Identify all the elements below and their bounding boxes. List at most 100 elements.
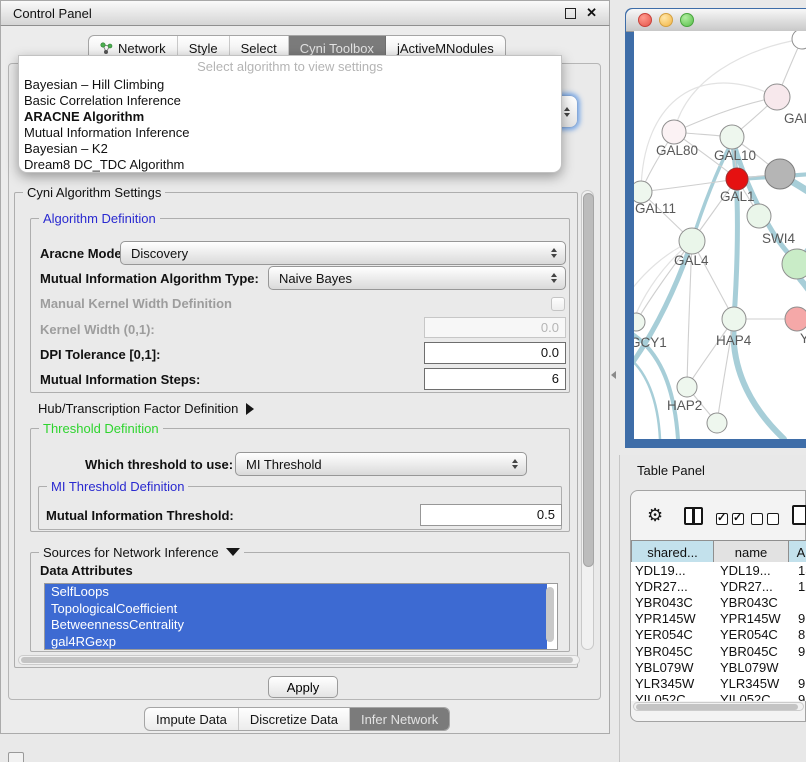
- table-row[interactable]: YBR043CYBR043C: [631, 594, 806, 610]
- table-hscrollbar-thumb[interactable]: [636, 704, 798, 710]
- table-cell: YDR27...: [631, 579, 716, 594]
- hub-definition-expander[interactable]: Hub/Transcription Factor Definition: [38, 401, 254, 416]
- tab-impute-data[interactable]: Impute Data: [145, 708, 239, 730]
- close-icon[interactable]: ✕: [586, 5, 597, 21]
- apply-button[interactable]: Apply: [268, 676, 338, 698]
- network-node-gal11[interactable]: [634, 181, 652, 203]
- algorithm-option[interactable]: Dream8 DC_TDC Algorithm: [19, 157, 561, 173]
- kernel-width-field[interactable]: 0.0: [424, 317, 566, 338]
- algorithm-option[interactable]: ARACNE Algorithm: [19, 109, 561, 125]
- control-panel-titlebar: Control Panel ✕: [0, 0, 610, 26]
- tab-infer-network[interactable]: Infer Network: [350, 708, 449, 730]
- aracne-mode-combobox[interactable]: Discovery: [120, 241, 566, 265]
- network-node-gal[interactable]: [764, 84, 790, 110]
- network-node-hap4[interactable]: [722, 307, 746, 331]
- mi-steps-field[interactable]: 6: [424, 368, 566, 390]
- table-cell: 12: [794, 579, 806, 594]
- tab-discretize-data[interactable]: Discretize Data: [239, 708, 350, 730]
- network-node[interactable]: [765, 159, 795, 189]
- network-graph[interactable]: GALGAL80GAL10GAL1GAL11GAL4SWI4GCY1HAP4YH…: [634, 31, 806, 439]
- deselect-all-columns-icon[interactable]: [751, 513, 783, 528]
- settings-hscrollbar-thumb[interactable]: [21, 657, 573, 663]
- settings-vscrollbar[interactable]: [581, 190, 594, 650]
- tab-label: jActiveMNodules: [397, 41, 494, 56]
- kernel-width-label: Kernel Width (0,1):: [40, 322, 155, 337]
- algorithm-dropdown-popup: Select algorithm to view settings Bayesi…: [18, 55, 562, 173]
- node-label-hap2: HAP2: [667, 398, 702, 413]
- table-row[interactable]: YDR27...YDR27...12: [631, 578, 806, 594]
- attribute-item[interactable]: TopologicalCoefficient: [45, 601, 547, 618]
- which-threshold-combobox[interactable]: MI Threshold: [235, 452, 527, 476]
- table-row[interactable]: YBR045CYBR045C9.: [631, 643, 806, 659]
- table-row[interactable]: YBL079WYBL079W: [631, 659, 806, 675]
- network-node-y[interactable]: [785, 307, 806, 331]
- table-column-header[interactable]: A: [789, 540, 806, 564]
- sources-collapse-toggle[interactable]: Sources for Network Inference: [39, 545, 244, 560]
- table-column-header[interactable]: name: [714, 540, 789, 564]
- gear-icon[interactable]: ⚙: [647, 506, 663, 524]
- mi-algorithm-type-label: Mutual Information Algorithm Type:: [40, 271, 259, 286]
- table-cell: 8.: [794, 627, 806, 642]
- network-node[interactable]: [792, 31, 806, 49]
- zoom-traffic-light-icon[interactable]: [680, 13, 694, 27]
- network-canvas[interactable]: GALGAL80GAL10GAL1GAL11GAL4SWI4GCY1HAP4YH…: [634, 31, 806, 439]
- attribute-item[interactable]: SelfLoops: [45, 584, 547, 601]
- table-cell: YBR045C: [716, 644, 794, 659]
- close-traffic-light-icon[interactable]: [638, 13, 652, 27]
- mi-threshold-label: Mutual Information Threshold:: [46, 508, 234, 523]
- collapse-down-arrow-icon: [226, 548, 240, 556]
- table-row[interactable]: YIL052CYIL052C9: [631, 692, 806, 702]
- new-table-icon[interactable]: [792, 505, 806, 525]
- select-all-columns-icon[interactable]: [716, 513, 748, 528]
- attribute-item[interactable]: BetweennessCentrality: [45, 617, 547, 634]
- algorithm-option[interactable]: Bayesian – Hill Climbing: [19, 77, 561, 93]
- attribute-item[interactable]: gal4RGexp: [45, 634, 547, 651]
- table-cell: YPR145W: [716, 611, 794, 626]
- desktop: Control Panel ✕ NetworkStyleSelectCyni T…: [0, 0, 806, 762]
- algorithm-definition-title: Algorithm Definition: [39, 211, 160, 226]
- mi-threshold-field[interactable]: 0.5: [420, 504, 562, 526]
- algorithm-option[interactable]: Mutual Information Inference: [19, 125, 561, 141]
- settings-vscrollbar-thumb[interactable]: [583, 193, 594, 567]
- splitter-collapse-arrow[interactable]: [611, 371, 616, 379]
- manual-kernel-width-label: Manual Kernel Width Definition: [40, 296, 232, 311]
- table-hscrollbar[interactable]: [633, 702, 804, 711]
- settings-hscrollbar[interactable]: [18, 655, 580, 665]
- network-node-gal10[interactable]: [720, 125, 744, 149]
- table-row[interactable]: YER054CYER054C8.: [631, 627, 806, 643]
- minimize-traffic-light-icon[interactable]: [659, 13, 673, 27]
- algorithm-option[interactable]: Bayesian – K2: [19, 141, 561, 157]
- list-scrollbar[interactable]: [546, 587, 554, 642]
- network-node-swi4[interactable]: [782, 249, 806, 279]
- network-node-gal1[interactable]: [726, 168, 748, 190]
- combobox-stepper-icon: [564, 107, 570, 117]
- manual-kernel-width-checkbox[interactable]: [551, 297, 565, 311]
- mi-algorithm-type-combobox[interactable]: Naive Bayes: [268, 266, 566, 290]
- aracne-mode-value: Discovery: [131, 246, 188, 261]
- mi-steps-label: Mutual Information Steps:: [40, 372, 200, 387]
- which-threshold-value: MI Threshold: [246, 457, 322, 472]
- network-node[interactable]: [707, 413, 727, 433]
- aracne-mode-label: Aracne Mode:: [40, 246, 126, 261]
- columns-icon[interactable]: [684, 507, 703, 525]
- network-view-window[interactable]: GALGAL80GAL10GAL1GAL11GAL4SWI4GCY1HAP4YH…: [625, 8, 806, 448]
- float-window-icon[interactable]: [565, 8, 576, 19]
- table-row[interactable]: YLR345WYLR345W9.: [631, 675, 806, 691]
- control-panel-title: Control Panel: [13, 6, 565, 21]
- dpi-tolerance-field[interactable]: 0.0: [424, 342, 566, 364]
- algorithm-option[interactable]: Basic Correlation Inference: [19, 93, 561, 109]
- network-node[interactable]: [747, 204, 771, 228]
- table-column-header[interactable]: shared...: [631, 540, 714, 564]
- network-node-gal4[interactable]: [679, 228, 705, 254]
- table-cell: 13: [794, 563, 806, 578]
- table-row[interactable]: YDL19...YDL19...13: [631, 562, 806, 578]
- network-node-gcy1[interactable]: [634, 313, 645, 331]
- table-cell: 9.: [794, 611, 806, 626]
- table-body: YDL19...YDL19...13YDR27...YDR27...12YBR0…: [631, 562, 806, 701]
- table-cell: 9.: [794, 676, 806, 691]
- table-row[interactable]: YPR145WYPR145W9.: [631, 611, 806, 627]
- network-node-gal80[interactable]: [662, 120, 686, 144]
- network-node-hap2[interactable]: [677, 377, 697, 397]
- corner-button[interactable]: [8, 752, 24, 762]
- table-cell: YPR145W: [631, 611, 716, 626]
